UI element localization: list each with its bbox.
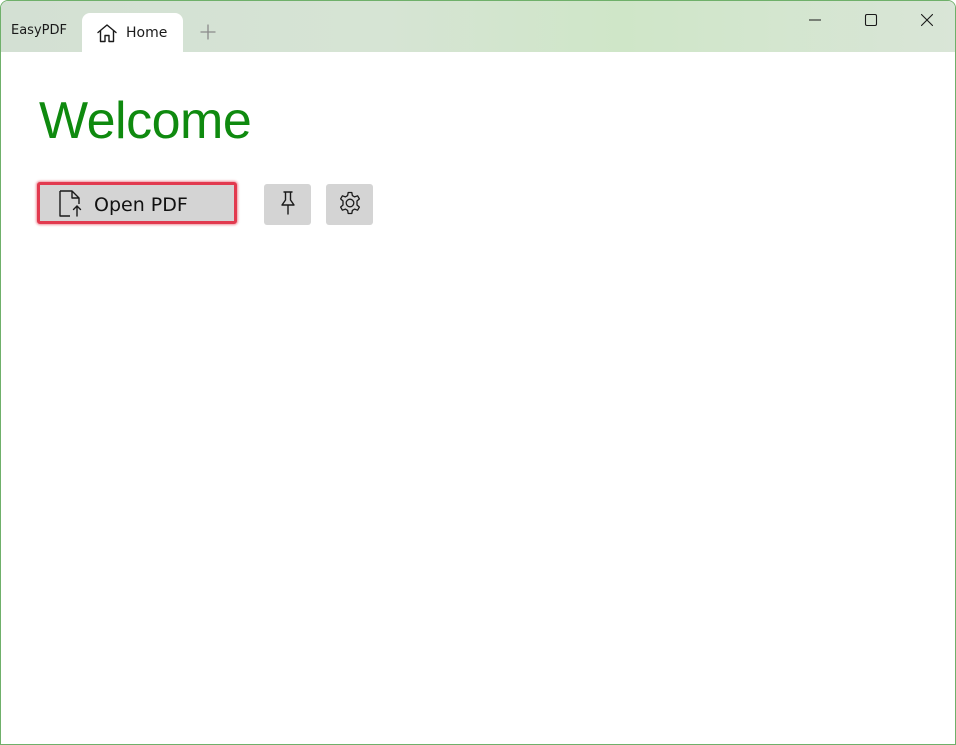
tab-home-label: Home xyxy=(126,25,168,41)
gear-icon xyxy=(337,190,363,220)
title-bar[interactable]: EasyPDF Home xyxy=(1,1,955,53)
open-pdf-label: Open PDF xyxy=(94,194,188,216)
tab-home[interactable]: Home xyxy=(82,13,183,53)
plus-icon[interactable] xyxy=(197,21,219,43)
settings-button[interactable] xyxy=(326,184,373,225)
home-page: Welcome Open PDF xyxy=(1,53,955,744)
home-icon xyxy=(96,23,118,43)
close-button[interactable] xyxy=(899,1,955,41)
minimize-button[interactable] xyxy=(787,1,843,41)
open-pdf-button[interactable]: Open PDF xyxy=(37,182,237,224)
pin-icon xyxy=(277,190,299,220)
pin-button[interactable] xyxy=(264,184,311,225)
close-icon xyxy=(920,12,934,31)
app-window: EasyPDF Home Welcome Open PDF xyxy=(0,0,956,745)
file-upload-icon xyxy=(57,189,85,219)
maximize-button[interactable] xyxy=(843,1,899,41)
app-name: EasyPDF xyxy=(11,23,67,38)
page-title: Welcome xyxy=(39,92,252,150)
maximize-icon xyxy=(864,12,878,31)
minimize-icon xyxy=(808,12,822,31)
